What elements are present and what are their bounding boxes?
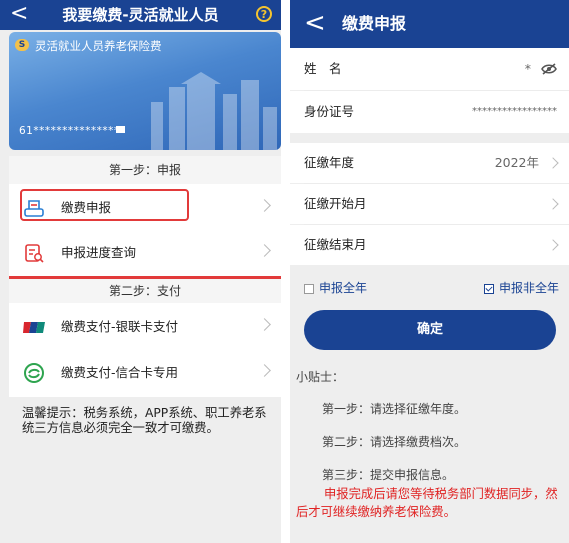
highlight-box: [20, 189, 189, 221]
name-value: *: [524, 61, 531, 76]
menu-item-label: 缴费支付-信合卡专用: [61, 365, 179, 380]
checkbox-checked-icon[interactable]: [483, 283, 494, 294]
name-field: 姓 名 *: [290, 48, 569, 90]
top-nav-bar: < 缴费申报: [290, 0, 569, 48]
year-field[interactable]: 征缴年度 2022年: [290, 143, 569, 183]
chevron-right-icon: [547, 239, 559, 251]
id-label: 身份证号: [304, 104, 355, 119]
sync-warning: 申报完成后请您等待税务部门数据同步，然后才可继续缴纳养老保险费。: [296, 487, 558, 519]
page-title: 缴费申报: [342, 14, 407, 33]
chevron-right-icon: [258, 364, 271, 377]
tip-step3: 第三步：提交申报信息。: [322, 468, 455, 482]
progress-query-icon: [25, 244, 44, 263]
start-month-field[interactable]: 征缴开始月: [290, 184, 569, 224]
id-value: *****************: [472, 106, 557, 117]
end-month-field[interactable]: 征缴结束月: [290, 225, 569, 265]
tax-logo-icon: S: [15, 39, 29, 51]
year-value: 2022年: [494, 155, 539, 170]
chevron-right-icon: [258, 244, 271, 257]
menu-item-progress-query[interactable]: 申报进度查询: [9, 229, 281, 277]
top-nav-bar: < 我要缴费-灵活就业人员 ?: [0, 0, 281, 30]
tips-title: 小贴士：: [296, 370, 345, 384]
back-icon[interactable]: <: [304, 0, 326, 48]
screen: < 我要缴费-灵活就业人员 ? S 灵活就业人员养老保险费 61********…: [0, 0, 569, 543]
full-year-label: 申报全年: [319, 281, 368, 295]
checkbox-unchecked-icon[interactable]: [304, 283, 314, 294]
step1-header: 第一步：申报: [9, 156, 281, 184]
year-label: 征缴年度: [304, 155, 355, 170]
confirm-button[interactable]: 确定: [304, 310, 556, 350]
chevron-right-icon: [547, 198, 559, 210]
insurance-type: 城镇职工养老保险: [19, 149, 107, 150]
warm-tip: 温馨提示：税务系统，APP系统、职工养老系统三方信息必须完全一致才可缴费。: [22, 406, 267, 435]
declare-form-screen: < 缴费申报 姓 名 * 身份证号 ***************** 征缴年度…: [290, 0, 569, 543]
start-month-label: 征缴开始月: [304, 196, 367, 211]
eye-hidden-icon[interactable]: [541, 63, 557, 75]
id-field: 身份证号 *****************: [290, 91, 569, 133]
tip-step1: 第一步：请选择征缴年度。: [322, 402, 467, 416]
chevron-right-icon: [258, 318, 271, 331]
menu-item-label: 缴费支付-银联卡支付: [61, 319, 179, 334]
step2-header: 第二步：支付: [9, 279, 281, 303]
name-label: 姓 名: [304, 61, 342, 76]
city-skyline-decoration: [151, 72, 277, 150]
unionpay-icon: [23, 322, 45, 333]
chevron-right-icon: [547, 157, 559, 169]
payment-menu-screen: < 我要缴费-灵活就业人员 ? S 灵活就业人员养老保险费 61********…: [0, 0, 281, 543]
xinhe-card-icon: [24, 363, 44, 383]
tip-step2: 第二步：请选择缴费档次。: [322, 435, 467, 449]
insurance-card[interactable]: S 灵活就业人员养老保险费 61*************** 城镇职工养老保险: [9, 32, 281, 150]
card-chip-icon: [116, 126, 125, 133]
menu-item-unionpay[interactable]: 缴费支付-银联卡支付: [9, 303, 281, 351]
partial-year-label: 申报非全年: [498, 281, 559, 295]
partial-year-option[interactable]: 申报非全年: [483, 279, 559, 296]
menu-item-label: 申报进度查询: [61, 245, 137, 260]
chevron-right-icon: [258, 199, 271, 212]
page-title: 我要缴费-灵活就业人员: [62, 6, 219, 24]
full-year-option[interactable]: 申报全年: [304, 279, 367, 296]
card-title: 灵活就业人员养老保险费: [35, 39, 162, 53]
card-number: 61***************: [19, 125, 120, 137]
help-icon[interactable]: ?: [256, 6, 272, 22]
end-month-label: 征缴结束月: [304, 237, 367, 252]
menu-item-xinhe-card[interactable]: 缴费支付-信合卡专用: [9, 349, 281, 397]
